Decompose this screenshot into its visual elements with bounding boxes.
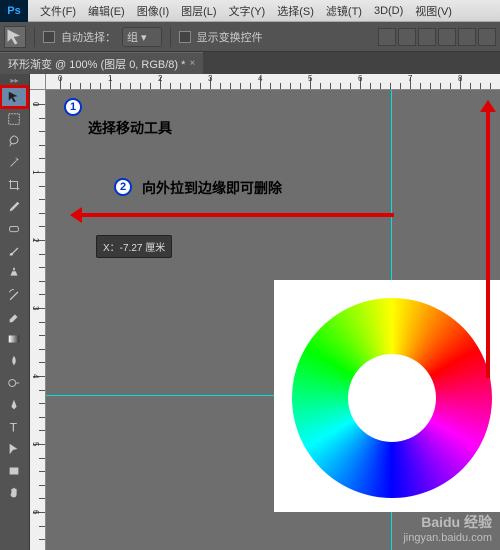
gradient-tool[interactable] (0, 328, 28, 350)
document-tab[interactable]: 环形渐变 @ 100% (图层 0, RGB/8) * × (0, 52, 203, 75)
healing-brush-tool[interactable] (0, 218, 28, 240)
watermark-brand: Baidu 经验 (403, 512, 492, 532)
menu-file[interactable]: 文件(F) (34, 3, 82, 19)
lasso-tool[interactable] (0, 130, 28, 152)
history-brush-tool[interactable] (0, 284, 28, 306)
svg-text:T: T (10, 420, 18, 434)
brush-tool[interactable] (0, 240, 28, 262)
crop-tool[interactable] (0, 174, 28, 196)
arrow-up (486, 104, 490, 378)
divider (170, 27, 171, 47)
align-button[interactable] (478, 28, 496, 46)
align-button[interactable] (398, 28, 416, 46)
menu-select[interactable]: 选择(S) (271, 3, 320, 19)
tab-title: 环形渐变 @ 100% (图层 0, RGB/8) * (8, 56, 185, 72)
color-wheel-artwork (274, 280, 500, 512)
move-tool-icon (4, 26, 26, 48)
horizontal-ruler[interactable]: 012345678 (46, 74, 500, 90)
coordinate-tooltip: X：-7.27 厘米 (96, 235, 172, 258)
toolbox: ▸▸ T (0, 74, 30, 550)
step-2-text: 向外拉到边缘即可删除 (142, 178, 282, 198)
canvas-content[interactable]: 1 选择移动工具 2 向外拉到边缘即可删除 X：-7.27 厘米 (46, 90, 500, 550)
menu-bar: Ps 文件(F) 编辑(E) 图像(I) 图层(L) 文字(Y) 选择(S) 滤… (0, 0, 500, 22)
blur-tool[interactable] (0, 350, 28, 372)
options-bar: 自动选择： 组 ▾ 显示变换控件 (0, 22, 500, 52)
clone-stamp-tool[interactable] (0, 262, 28, 284)
show-transform-label: 显示变换控件 (197, 29, 263, 45)
menu-filter[interactable]: 滤镜(T) (320, 3, 368, 19)
ruler-corner (30, 74, 46, 90)
show-transform-checkbox[interactable] (179, 31, 191, 43)
marquee-tool[interactable] (0, 108, 28, 130)
align-button[interactable] (458, 28, 476, 46)
auto-select-label: 自动选择： (61, 29, 116, 45)
type-tool[interactable]: T (0, 416, 28, 438)
pen-tool[interactable] (0, 394, 28, 416)
menu-3d[interactable]: 3D(D) (368, 5, 409, 17)
toolbox-expand[interactable]: ▸▸ (0, 74, 29, 86)
rectangle-tool[interactable] (0, 460, 28, 482)
document-tab-bar: 环形渐变 @ 100% (图层 0, RGB/8) * × (0, 52, 500, 74)
path-selection-tool[interactable] (0, 438, 28, 460)
auto-select-dropdown[interactable]: 组 ▾ (122, 27, 162, 47)
magic-wand-tool[interactable] (0, 152, 28, 174)
align-button[interactable] (418, 28, 436, 46)
watermark: Baidu 经验 jingyan.baidu.com (403, 512, 492, 544)
hand-tool[interactable] (0, 482, 28, 504)
move-tool[interactable] (0, 86, 28, 108)
eraser-tool[interactable] (0, 306, 28, 328)
align-group (378, 28, 496, 46)
vertical-ruler[interactable]: 0123456 (30, 90, 46, 550)
align-button[interactable] (378, 28, 396, 46)
step-2-badge: 2 (114, 178, 132, 196)
menu-layer[interactable]: 图层(L) (175, 3, 222, 19)
watermark-url: jingyan.baidu.com (403, 532, 492, 544)
menu-edit[interactable]: 编辑(E) (82, 3, 131, 19)
ps-logo: Ps (0, 0, 28, 22)
close-icon[interactable]: × (189, 58, 195, 69)
menu-type[interactable]: 文字(Y) (223, 3, 272, 19)
canvas-area[interactable]: 012345678 0123456 1 选择移动工具 2 向外拉到边缘即可删除 … (30, 74, 500, 550)
dodge-tool[interactable] (0, 372, 28, 394)
menu-view[interactable]: 视图(V) (409, 3, 458, 19)
auto-select-checkbox[interactable] (43, 31, 55, 43)
eyedropper-tool[interactable] (0, 196, 28, 218)
step-1-text: 选择移动工具 (88, 118, 172, 138)
arrow-left (74, 213, 394, 217)
divider (34, 27, 35, 47)
step-1-badge: 1 (64, 98, 82, 116)
menu-image[interactable]: 图像(I) (131, 3, 175, 19)
align-button[interactable] (438, 28, 456, 46)
